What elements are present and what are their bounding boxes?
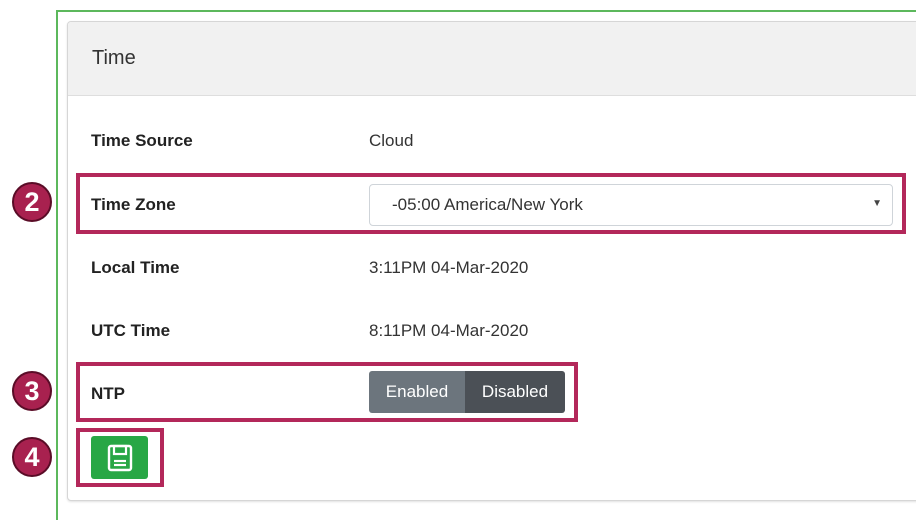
callout-box-save	[76, 428, 164, 487]
local-time-label: Local Time	[91, 258, 180, 277]
callout-box-ntp	[76, 362, 578, 422]
card-header: Time	[68, 22, 916, 96]
local-time-value: 3:11PM 04-Mar-2020	[369, 258, 529, 277]
time-source-label: Time Source	[91, 131, 193, 150]
callout-number-2: 2	[12, 182, 52, 222]
callout-number-4: 4	[12, 437, 52, 477]
callout-box-time-zone	[76, 173, 906, 234]
utc-time-value: 8:11PM 04-Mar-2020	[369, 321, 529, 340]
callout-number-3: 3	[12, 371, 52, 411]
time-source-value: Cloud	[369, 131, 414, 150]
utc-time-label: UTC Time	[91, 321, 171, 340]
card-title: Time	[92, 47, 136, 69]
